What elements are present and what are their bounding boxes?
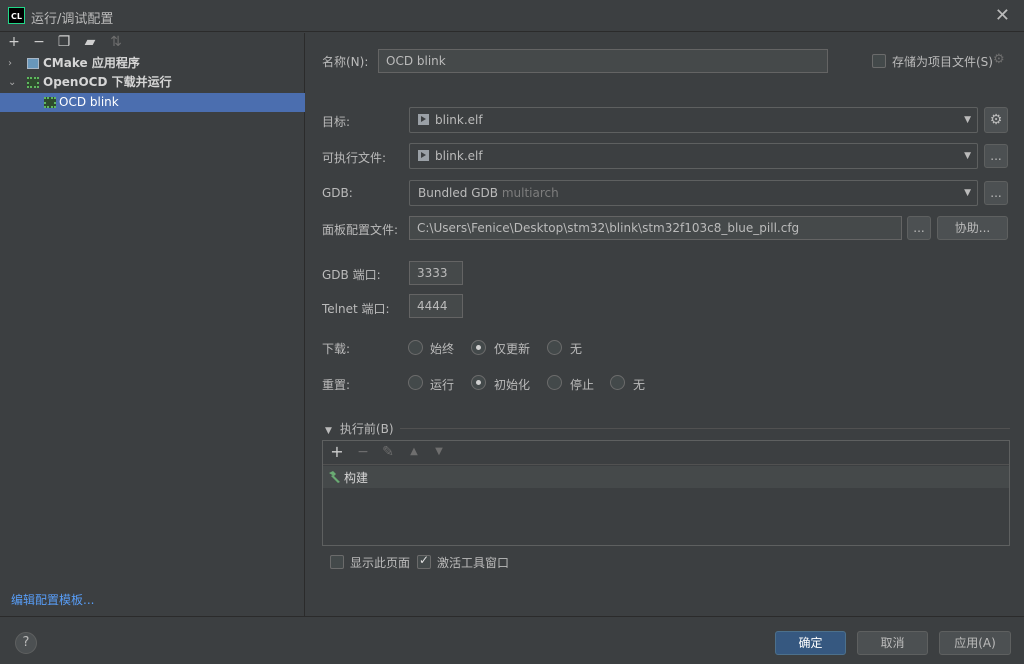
target-settings-button[interactable]: ⚙ bbox=[984, 107, 1008, 133]
chevron-down-icon[interactable]: ⌄ bbox=[8, 73, 16, 92]
board-config-label: 面板配置文件: bbox=[322, 223, 399, 237]
download-label: 下载: bbox=[322, 342, 351, 356]
add-icon[interactable]: + bbox=[329, 444, 345, 460]
reset-option-label: 运行 bbox=[430, 378, 455, 392]
run-config-icon bbox=[418, 150, 429, 161]
run-config-icon bbox=[418, 114, 429, 125]
gdb-label: GDB: bbox=[322, 186, 353, 200]
show-page-checkbox[interactable] bbox=[330, 555, 344, 569]
copy-icon[interactable]: ❐ bbox=[56, 34, 72, 50]
download-option-label: 始终 bbox=[430, 342, 455, 356]
download-option-label: 无 bbox=[570, 342, 583, 356]
executable-combo[interactable]: blink.elf ▼ bbox=[409, 143, 978, 169]
section-divider bbox=[400, 428, 1010, 429]
ok-button[interactable]: 确定 bbox=[775, 631, 846, 655]
help-button[interactable]: ? bbox=[15, 632, 37, 654]
tree-item-label: CMake 应用程序 bbox=[43, 56, 140, 70]
apply-button[interactable]: 应用(A) bbox=[939, 631, 1011, 655]
download-always-radio[interactable] bbox=[408, 340, 423, 355]
board-browse-button[interactable]: ... bbox=[907, 216, 931, 240]
activate-tool-window-checkbox[interactable] bbox=[417, 553, 431, 569]
store-as-file-checkbox[interactable] bbox=[872, 54, 886, 68]
executable-label: 可执行文件: bbox=[322, 151, 387, 165]
reset-option-label: 初始化 bbox=[494, 378, 531, 392]
telnet-port-label: Telnet 端口: bbox=[322, 302, 390, 316]
collapse-arrow-icon[interactable]: ▼ bbox=[325, 426, 332, 436]
tree-item-cmake[interactable]: › CMake 应用程序 bbox=[0, 54, 305, 73]
app-logo: CL bbox=[8, 7, 25, 24]
target-label: 目标: bbox=[322, 115, 351, 129]
before-launch-title: 执行前(B) bbox=[339, 422, 394, 436]
tree-item-label: OpenOCD 下载并运行 bbox=[43, 75, 172, 89]
target-value: blink.elf bbox=[435, 113, 483, 127]
config-tree-panel: + − ❐ ▰ ⇅ › CMake 应用程序 ⌄ OpenOCD 下载并运行 O… bbox=[0, 33, 305, 616]
gdb-port-input[interactable]: 3333 bbox=[409, 261, 463, 285]
title-bar: CL 运行/调试配置 ✕ bbox=[0, 0, 1024, 32]
add-icon[interactable]: + bbox=[6, 34, 22, 50]
tree-item-label: OCD blink bbox=[59, 95, 119, 109]
tree-item-ocd-blink[interactable]: OCD blink bbox=[0, 93, 305, 112]
reset-option-label: 无 bbox=[633, 378, 646, 392]
move-down-icon[interactable]: ▼ bbox=[431, 444, 447, 460]
assist-button[interactable]: 协助... bbox=[937, 216, 1008, 240]
caret-down-icon: ▼ bbox=[964, 188, 971, 198]
download-update-only-radio[interactable] bbox=[471, 340, 486, 355]
download-option-label: 仅更新 bbox=[494, 342, 531, 356]
gdb-combo[interactable]: Bundled GDB multiarch ▼ bbox=[409, 180, 978, 206]
gear-icon[interactable]: ⚙ bbox=[993, 52, 1005, 67]
board-config-input[interactable]: C:\Users\Fenice\Desktop\stm32\blink\stm3… bbox=[409, 216, 902, 240]
window-title: 运行/调试配置 bbox=[31, 12, 114, 27]
executable-value: blink.elf bbox=[435, 149, 483, 163]
footer-divider bbox=[0, 616, 1024, 617]
before-launch-item-label: 构建 bbox=[344, 471, 369, 485]
edit-icon[interactable]: ✎ bbox=[380, 444, 396, 460]
before-launch-toolbar: + − ✎ ▲ ▼ bbox=[323, 441, 1009, 465]
executable-browse-button[interactable]: ... bbox=[984, 144, 1008, 168]
tree-item-openocd[interactable]: ⌄ OpenOCD 下载并运行 bbox=[0, 73, 305, 92]
before-launch-header[interactable]: ▼ 执行前(B) bbox=[325, 420, 394, 437]
name-label: 名称(N): bbox=[322, 55, 369, 69]
before-launch-panel: + − ✎ ▲ ▼ 构建 bbox=[322, 440, 1010, 546]
edit-templates-link[interactable]: 编辑配置模板... bbox=[11, 591, 94, 608]
reset-label: 重置: bbox=[322, 378, 351, 392]
show-page-label: 显示此页面 bbox=[350, 556, 411, 570]
chevron-right-icon[interactable]: › bbox=[8, 54, 12, 73]
remove-icon[interactable]: − bbox=[31, 34, 47, 50]
activate-tool-window-label: 激活工具窗口 bbox=[437, 556, 510, 570]
move-up-icon[interactable]: ▲ bbox=[406, 444, 422, 460]
list-item[interactable]: 构建 bbox=[323, 466, 1009, 488]
reset-option-label: 停止 bbox=[570, 378, 595, 392]
cancel-button[interactable]: 取消 bbox=[857, 631, 928, 655]
download-none-radio[interactable] bbox=[547, 340, 562, 355]
chip-icon bbox=[44, 97, 56, 108]
store-as-file-label: 存储为项目文件(S) bbox=[892, 55, 993, 69]
gdb-port-label: GDB 端口: bbox=[322, 268, 381, 282]
caret-down-icon: ▼ bbox=[964, 151, 971, 161]
chip-icon bbox=[27, 77, 39, 88]
telnet-port-input[interactable]: 4444 bbox=[409, 294, 463, 318]
gdb-value: Bundled GDB bbox=[418, 186, 498, 200]
tree-toolbar: + − ❐ ▰ ⇅ bbox=[0, 33, 305, 53]
name-input[interactable]: OCD blink bbox=[378, 49, 828, 73]
reset-init-radio[interactable] bbox=[471, 375, 486, 390]
remove-icon[interactable]: − bbox=[355, 444, 371, 460]
reset-none-radio[interactable] bbox=[610, 375, 625, 390]
reset-halt-radio[interactable] bbox=[547, 375, 562, 390]
reset-run-radio[interactable] bbox=[408, 375, 423, 390]
folder-icon[interactable]: ▰ bbox=[82, 34, 98, 50]
gdb-browse-button[interactable]: ... bbox=[984, 181, 1008, 205]
close-icon[interactable]: ✕ bbox=[995, 5, 1010, 26]
gdb-hint: multiarch bbox=[501, 186, 559, 200]
sort-icon[interactable]: ⇅ bbox=[108, 34, 124, 50]
cmake-icon bbox=[27, 58, 39, 69]
target-combo[interactable]: blink.elf ▼ bbox=[409, 107, 978, 133]
hammer-icon bbox=[329, 471, 340, 483]
caret-down-icon: ▼ bbox=[964, 115, 971, 125]
